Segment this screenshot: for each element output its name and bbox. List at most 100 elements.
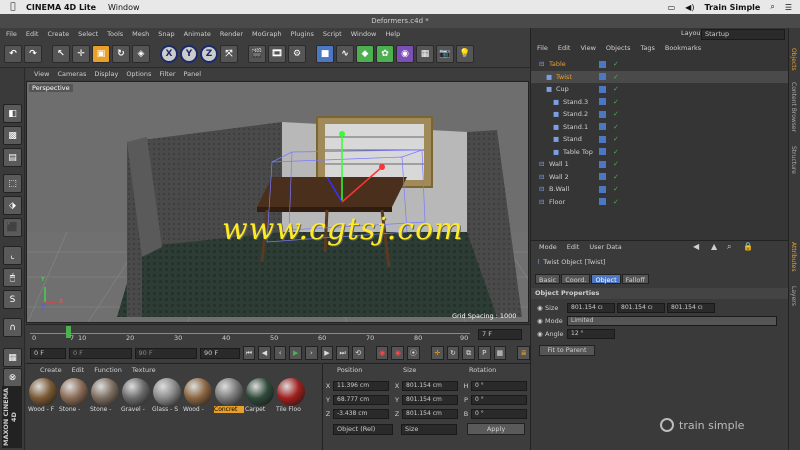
array-icon[interactable]: ✿ (376, 44, 394, 63)
loop-icon[interactable]: ⟲ (351, 346, 365, 360)
coord-system-icon[interactable]: ⤧ (220, 44, 238, 63)
key-scale-icon[interactable]: ⧉ (462, 346, 475, 360)
object-row[interactable]: ⊟ B.Wall ✓ (531, 183, 789, 195)
menu-help[interactable]: Help (385, 30, 400, 38)
enabled-check-icon[interactable]: ✓ (613, 98, 619, 106)
x-axis-toggle[interactable]: X (160, 44, 178, 63)
pos-y-field[interactable]: 68.777 cm (333, 395, 389, 405)
fit-to-parent-button[interactable]: Fit to Parent (539, 345, 595, 356)
tab-basic[interactable]: Basic (535, 274, 561, 284)
nurbs-icon[interactable]: ◆ (356, 44, 374, 63)
z-axis-toggle[interactable]: Z (200, 44, 218, 63)
tab-coord[interactable]: Coord. (561, 274, 591, 284)
size-z-field[interactable]: 801.154 cı (667, 302, 715, 313)
tab-falloff[interactable]: Falloff (621, 274, 649, 284)
layer-swatch[interactable] (599, 98, 606, 105)
enabled-check-icon[interactable]: ✓ (613, 160, 619, 168)
menu-snap[interactable]: Snap (158, 30, 174, 38)
tab-object[interactable]: Object (591, 274, 621, 284)
key-position-icon[interactable]: ✛ (431, 346, 444, 360)
timeline-ruler[interactable] (30, 328, 470, 334)
object-row[interactable]: ■ Cup ✓ (531, 83, 789, 95)
spline-icon[interactable]: ∿ (336, 44, 354, 63)
goto-end-icon[interactable]: ⏭ (336, 346, 349, 360)
y-axis-toggle[interactable]: Y (180, 44, 198, 63)
enabled-check-icon[interactable]: ✓ (613, 123, 619, 131)
key-pla-icon[interactable]: ▦ (493, 346, 507, 360)
material-swatch[interactable]: Wood - (183, 378, 213, 422)
prev-frame-icon[interactable]: ‹ (273, 346, 287, 360)
scene-icon[interactable]: ▦ (416, 44, 434, 63)
end-frame-field[interactable]: 90 F (200, 347, 240, 359)
menu-render[interactable]: Render (220, 30, 243, 38)
menu-create[interactable]: Create (47, 30, 69, 38)
size-mode-select[interactable]: Size (401, 424, 457, 435)
render-settings-icon[interactable]: ⚙ (288, 44, 306, 63)
light-icon[interactable]: 💡 (456, 44, 474, 63)
camera-icon[interactable]: 📷 (436, 44, 454, 63)
menu-window[interactable]: Window (351, 30, 377, 38)
select-icon[interactable]: ↖ (52, 44, 70, 63)
move-icon[interactable]: ✛ (72, 44, 90, 63)
side-tab-layers[interactable]: Layers (790, 286, 797, 306)
rotate-icon[interactable]: ↻ (112, 44, 130, 63)
menu-mesh[interactable]: Mesh (132, 30, 149, 38)
next-key-icon[interactable]: ▶ (320, 346, 334, 360)
enabled-check-icon[interactable]: ✓ (613, 60, 619, 68)
material-swatch[interactable]: Glass - S (152, 378, 182, 422)
enabled-check-icon[interactable]: ✓ (613, 85, 619, 93)
render-picture-icon[interactable]: 🎞 (268, 44, 286, 63)
layer-swatch[interactable] (599, 73, 606, 80)
menu-tools[interactable]: Tools (107, 30, 123, 38)
autokey-icon[interactable]: ◉ (391, 346, 405, 360)
viewport-panel-menu[interactable]: Panel (184, 70, 202, 78)
current-frame-field[interactable]: 7 F (478, 329, 522, 340)
lock-icon[interactable]: 🔒 (743, 242, 753, 251)
object-row[interactable]: ■ Table Top ✓ (531, 146, 789, 158)
rot-p-field[interactable]: 0 ° (471, 395, 527, 405)
obj-file-menu[interactable]: File (537, 44, 548, 52)
object-row[interactable]: ⊟ Table ✓ (531, 58, 789, 70)
radio-icon[interactable]: ◉ (537, 317, 545, 325)
edges-mode-icon[interactable]: ⬗ (3, 196, 22, 215)
cube-icon[interactable]: ■ (316, 44, 334, 63)
material-swatch[interactable]: Gravel - (121, 378, 151, 422)
attr-edit-menu[interactable]: Edit (567, 243, 580, 251)
object-row[interactable]: ■ Twist ✓ (531, 70, 789, 83)
obj-objects-menu[interactable]: Objects (606, 44, 631, 52)
mat-create-menu[interactable]: Create (40, 366, 62, 374)
menu-file[interactable]: File (6, 30, 17, 38)
goto-start-icon[interactable]: ⏮ (242, 346, 256, 360)
object-row[interactable]: ■ Stand ✓ (531, 133, 789, 145)
apply-button[interactable]: Apply (467, 423, 525, 435)
viewport-view-menu[interactable]: View (34, 70, 49, 78)
key-param-icon[interactable]: P (477, 346, 491, 360)
angle-field[interactable]: 12 ° (567, 328, 615, 339)
viewport-cameras-menu[interactable]: Cameras (57, 70, 86, 78)
rot-b-field[interactable]: 0 ° (471, 409, 527, 419)
size-y-field[interactable]: 801.154 cm (402, 395, 458, 405)
material-swatch[interactable]: Carpet (245, 378, 275, 422)
layer-swatch[interactable] (599, 135, 606, 143)
size-x-field[interactable]: 801.154 cı (567, 302, 615, 313)
mat-texture-menu[interactable]: Texture (132, 366, 156, 374)
pos-z-field[interactable]: -3.438 cm (333, 409, 389, 419)
object-row[interactable]: ■ Stand.2 ✓ (531, 108, 789, 120)
object-row[interactable]: ■ Stand.1 ✓ (531, 121, 789, 133)
points-mode-icon[interactable]: ⬚ (3, 174, 22, 193)
texture-mode-icon[interactable]: ▩ (3, 126, 22, 145)
layer-swatch[interactable] (599, 123, 606, 130)
play-icon[interactable]: ▶ (289, 346, 303, 360)
undo-icon[interactable]: ↶ (4, 44, 22, 63)
mat-edit-menu[interactable]: Edit (72, 366, 85, 374)
enabled-check-icon[interactable]: ✓ (613, 173, 619, 181)
layer-swatch[interactable] (599, 60, 606, 68)
keyframe-selection-icon[interactable]: ⦿ (407, 346, 420, 360)
obj-edit-menu[interactable]: Edit (558, 44, 571, 52)
magnet-icon[interactable]: ∩ (3, 318, 22, 337)
scale-icon[interactable]: ▣ (92, 44, 110, 63)
obj-view-menu[interactable]: View (580, 44, 595, 52)
object-row[interactable]: ⊟ Wall 1 ✓ (531, 158, 789, 170)
grid-icon[interactable]: ▦ (3, 348, 22, 367)
object-row[interactable]: ⊟ Floor ✓ (531, 196, 789, 208)
